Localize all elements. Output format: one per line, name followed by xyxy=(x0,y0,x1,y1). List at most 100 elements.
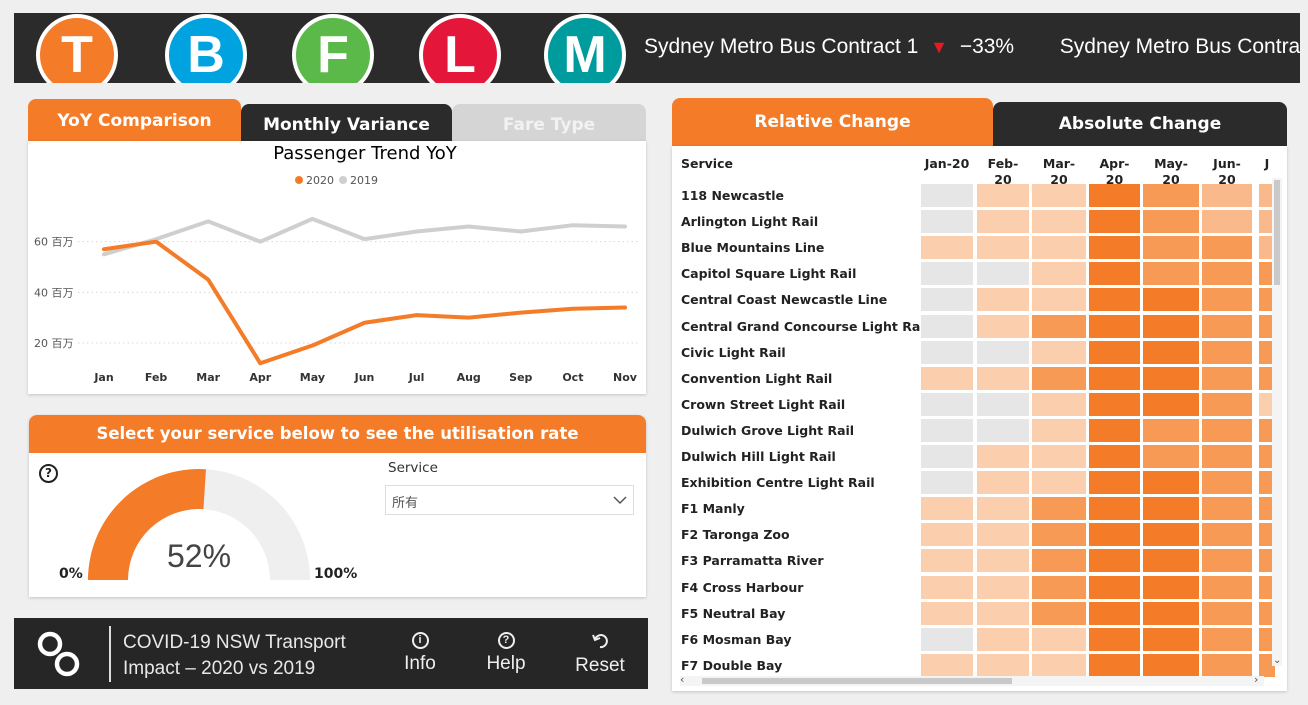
heatmap-cell[interactable] xyxy=(1143,340,1199,364)
heatmap-cell[interactable] xyxy=(1032,236,1086,260)
heatmap-cell[interactable] xyxy=(921,497,973,521)
heatmap-cell[interactable] xyxy=(1032,340,1086,364)
heatmap-cell[interactable] xyxy=(1143,288,1199,312)
heatmap-row-label[interactable]: F7 Double Bay xyxy=(681,658,782,673)
heatmap-cell[interactable] xyxy=(921,210,973,234)
heatmap-cell[interactable] xyxy=(1202,392,1252,416)
heatmap-cell[interactable] xyxy=(921,184,973,207)
heatmap-cell[interactable] xyxy=(1089,314,1140,338)
heatmap-cell[interactable] xyxy=(1143,366,1199,390)
heatmap-cell[interactable] xyxy=(1202,418,1252,442)
heatmap-cell[interactable] xyxy=(977,288,1029,312)
heatmap-cell[interactable] xyxy=(1143,262,1199,286)
help-button[interactable]: ? Help xyxy=(480,632,532,675)
heatmap-row-label[interactable]: Civic Light Rail xyxy=(681,345,786,360)
help-question-icon[interactable]: ? xyxy=(39,464,58,483)
heatmap-cell[interactable] xyxy=(921,340,973,364)
heatmap-cell[interactable] xyxy=(1089,210,1140,234)
heatmap-cell[interactable] xyxy=(921,627,973,651)
heatmap-cell[interactable] xyxy=(1143,418,1199,442)
heatmap-row-label[interactable]: Central Coast Newcastle Line xyxy=(681,292,887,307)
heatmap-cell[interactable] xyxy=(1143,445,1199,468)
heatmap-cell[interactable] xyxy=(1032,601,1086,625)
heatmap-cell[interactable] xyxy=(1089,418,1140,442)
train-mode-icon[interactable]: T xyxy=(36,14,118,83)
heatmap-cell[interactable] xyxy=(1143,523,1199,547)
heatmap-cell[interactable] xyxy=(921,288,973,312)
heatmap-cell[interactable] xyxy=(977,392,1029,416)
horizontal-scroll-thumb[interactable] xyxy=(702,678,1012,684)
heatmap-row-label[interactable]: Crown Street Light Rail xyxy=(681,397,845,412)
vertical-scrollbar[interactable] xyxy=(1272,178,1282,666)
heatmap-cell[interactable] xyxy=(1202,366,1252,390)
info-button[interactable]: i Info xyxy=(395,632,445,675)
heatmap-cell[interactable] xyxy=(1032,523,1086,547)
heatmap-cell[interactable] xyxy=(1143,653,1199,677)
heatmap-cell[interactable] xyxy=(977,653,1029,677)
heatmap-row-label[interactable]: Convention Light Rail xyxy=(681,371,832,386)
horizontal-scrollbar[interactable] xyxy=(680,676,1264,686)
heatmap-row-label[interactable]: Central Grand Concourse Light Rail xyxy=(681,319,929,334)
ferry-mode-icon[interactable]: F xyxy=(292,14,374,83)
heatmap-cell[interactable] xyxy=(921,392,973,416)
heatmap-cell[interactable] xyxy=(1143,314,1199,338)
heatmap-cell[interactable] xyxy=(1202,523,1252,547)
tab-absolute-change[interactable]: Absolute Change xyxy=(993,102,1287,146)
heatmap-cell[interactable] xyxy=(921,418,973,442)
heatmap-cell[interactable] xyxy=(1143,627,1199,651)
heatmap-cell[interactable] xyxy=(1032,497,1086,521)
heatmap-cell[interactable] xyxy=(977,340,1029,364)
heatmap-cell[interactable] xyxy=(1143,236,1199,260)
heatmap-row-label[interactable]: Dulwich Hill Light Rail xyxy=(681,449,836,464)
heatmap-cell[interactable] xyxy=(1202,236,1252,260)
heatmap-cell[interactable] xyxy=(1089,497,1140,521)
heatmap-cell[interactable] xyxy=(977,497,1029,521)
heatmap-cell[interactable] xyxy=(1032,575,1086,599)
scroll-down-icon[interactable]: ⌄ xyxy=(1273,655,1281,666)
heatmap-cell[interactable] xyxy=(1032,627,1086,651)
heatmap-cell[interactable] xyxy=(977,523,1029,547)
heatmap-row-label[interactable]: F3 Parramatta River xyxy=(681,553,824,568)
heatmap-cell[interactable] xyxy=(1032,445,1086,468)
heatmap-cell[interactable] xyxy=(1032,471,1086,495)
heatmap-cell[interactable] xyxy=(1032,262,1086,286)
heatmap-row-label[interactable]: F1 Manly xyxy=(681,501,745,516)
heatmap-cell[interactable] xyxy=(921,366,973,390)
heatmap-row-label[interactable]: F2 Taronga Zoo xyxy=(681,527,790,542)
heatmap-cell[interactable] xyxy=(1089,601,1140,625)
heatmap-row-label[interactable]: 118 Newcastle xyxy=(681,188,784,203)
heatmap-cell[interactable] xyxy=(1202,497,1252,521)
heatmap-cell[interactable] xyxy=(977,549,1029,573)
heatmap-cell[interactable] xyxy=(921,236,973,260)
heatmap-cell[interactable] xyxy=(1202,262,1252,286)
heatmap-cell[interactable] xyxy=(977,418,1029,442)
heatmap-cell[interactable] xyxy=(1143,184,1199,207)
heatmap-cell[interactable] xyxy=(921,314,973,338)
light-rail-mode-icon[interactable]: L xyxy=(419,14,501,83)
heatmap-cell[interactable] xyxy=(1032,549,1086,573)
scroll-left-icon[interactable]: ‹ xyxy=(680,673,684,686)
heatmap-cell[interactable] xyxy=(1032,418,1086,442)
heatmap-cell[interactable] xyxy=(1032,392,1086,416)
heatmap-cell[interactable] xyxy=(1089,627,1140,651)
heatmap-cell[interactable] xyxy=(1089,288,1140,312)
heatmap-cell[interactable] xyxy=(1202,288,1252,312)
heatmap-cell[interactable] xyxy=(1202,653,1252,677)
heatmap-row-label[interactable]: Blue Mountains Line xyxy=(681,240,824,255)
heatmap-cell[interactable] xyxy=(1032,653,1086,677)
heatmap-cell[interactable] xyxy=(1089,392,1140,416)
vertical-scroll-thumb[interactable] xyxy=(1274,180,1280,285)
heatmap-cell[interactable] xyxy=(1202,445,1252,468)
heatmap-row-label[interactable]: Capitol Square Light Rail xyxy=(681,266,856,281)
heatmap-cell[interactable] xyxy=(1202,340,1252,364)
heatmap-row-label[interactable]: F4 Cross Harbour xyxy=(681,580,803,595)
heatmap-cell[interactable] xyxy=(1202,471,1252,495)
heatmap-cell[interactable] xyxy=(977,471,1029,495)
heatmap-cell[interactable] xyxy=(977,627,1029,651)
tab-monthly-variance[interactable]: Monthly Variance xyxy=(241,104,452,141)
heatmap-cell[interactable] xyxy=(977,366,1029,390)
reset-button[interactable]: Reset xyxy=(570,632,630,677)
heatmap-cell[interactable] xyxy=(977,210,1029,234)
heatmap-cell[interactable] xyxy=(1143,210,1199,234)
heatmap-cell[interactable] xyxy=(977,262,1029,286)
